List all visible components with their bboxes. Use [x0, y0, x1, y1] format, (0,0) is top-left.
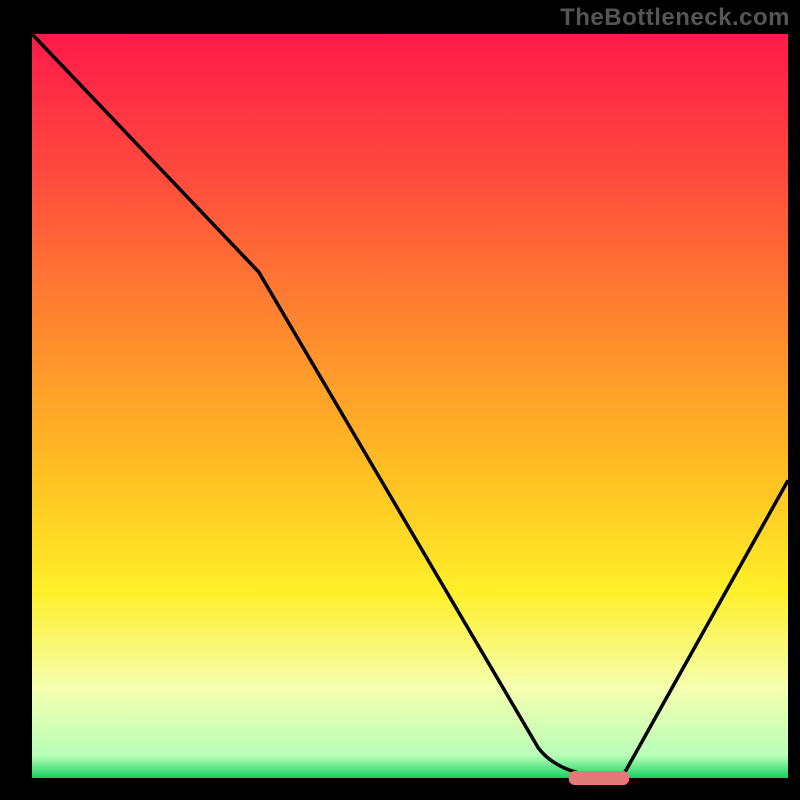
- bottleneck-chart: TheBottleneck.com: [0, 0, 800, 800]
- watermark-text: TheBottleneck.com: [560, 4, 790, 32]
- plot-background: [32, 34, 788, 778]
- optimal-marker: [569, 771, 629, 785]
- chart-plot-area: [0, 0, 800, 800]
